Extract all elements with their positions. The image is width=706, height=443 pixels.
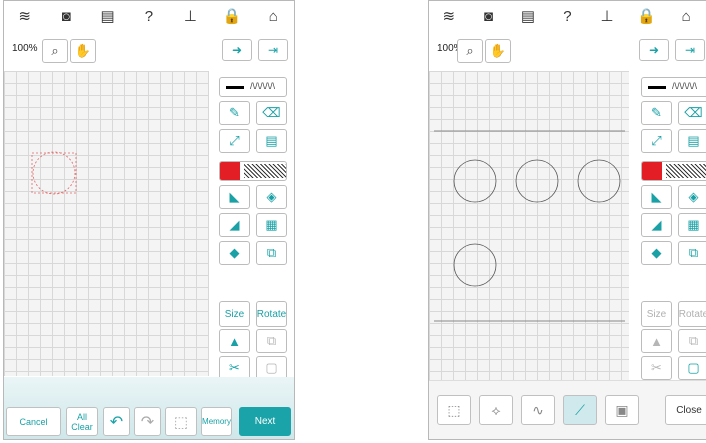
presser-foot-icon[interactable]: ⊥: [177, 5, 203, 27]
size-button[interactable]: Size: [219, 301, 250, 327]
circle-shape[interactable]: [577, 159, 621, 203]
cancel-button[interactable]: Cancel: [6, 407, 61, 436]
paint-bucket-icon[interactable]: ◈: [678, 185, 706, 209]
all-clear-button[interactable]: All Clear: [66, 407, 98, 436]
erase-shape-icon[interactable]: ◆: [641, 241, 672, 265]
rotate-button[interactable]: Rotate: [256, 301, 287, 327]
help-icon[interactable]: ?: [136, 5, 162, 27]
freehand-select-icon[interactable]: ⟡: [479, 395, 513, 425]
close-button[interactable]: Close: [665, 395, 706, 425]
selection-icon[interactable]: ⬚: [165, 407, 197, 436]
circle-shape[interactable]: [453, 159, 497, 203]
zigzag-line-icon: /\/\/\/\/\: [250, 81, 276, 91]
top-toolbar: ≋ ◙ ▤ ? ⊥ 🔒 ⌂: [429, 1, 706, 31]
line-type-selector[interactable]: /\/\/\/\/\: [641, 77, 706, 97]
solid-line-icon: [648, 86, 666, 89]
camera-icon[interactable]: ◙: [53, 5, 79, 27]
select-all-icon[interactable]: ▣: [605, 395, 639, 425]
select-area-icon[interactable]: ⧉: [256, 241, 287, 265]
drawing-canvas[interactable]: [4, 71, 209, 376]
help-icon[interactable]: ?: [554, 5, 580, 27]
fill-properties-icon[interactable]: ▦: [678, 213, 706, 237]
paint-bucket-icon[interactable]: ◈: [256, 185, 287, 209]
document-icon[interactable]: ▤: [95, 5, 121, 27]
lock-icon[interactable]: 🔒: [219, 5, 245, 27]
eraser-pen-icon[interactable]: ⌫: [256, 101, 287, 125]
home-icon[interactable]: ⌂: [260, 5, 286, 27]
memory-button[interactable]: Memory: [201, 407, 232, 436]
left-screen: ≋ ◙ ▤ ? ⊥ 🔒 ⌂ 100% ⌕ ✋ ➜ ⇥ /\/\/\/\/\ ✎ …: [3, 0, 295, 440]
line-properties-icon[interactable]: ▤: [256, 129, 287, 153]
rect-select-icon[interactable]: ⬚: [437, 395, 471, 425]
document-icon[interactable]: ▤: [515, 5, 541, 27]
fill-properties-icon[interactable]: ▦: [256, 213, 287, 237]
canvas-drawing: [434, 130, 625, 322]
export-icon[interactable]: ⇥: [258, 39, 288, 61]
red-swatch: [642, 162, 662, 180]
selection-tool-bar: ⬚ ⟡ ∿ ⟋ ▣ Close: [429, 380, 706, 439]
undo-icon[interactable]: ↶: [103, 407, 130, 436]
export-icon[interactable]: ⇥: [675, 39, 705, 61]
size-button[interactable]: Size: [641, 301, 672, 327]
circle-shape[interactable]: [515, 159, 559, 203]
rotate-button[interactable]: Rotate: [678, 301, 706, 327]
line-type-selector[interactable]: /\/\/\/\/\: [219, 77, 287, 97]
import-image-icon[interactable]: ➜: [222, 39, 252, 61]
fill-type-selector[interactable]: [219, 161, 287, 181]
hand-pan-icon[interactable]: ✋: [70, 39, 96, 63]
next-button[interactable]: Next: [239, 407, 291, 436]
solid-line-icon: [226, 86, 244, 89]
select-area-icon[interactable]: ⧉: [678, 241, 706, 265]
top-toolbar: ≋ ◙ ▤ ? ⊥ 🔒 ⌂: [4, 1, 294, 31]
canvas-drawing: [31, 151, 77, 195]
paint-brush-icon[interactable]: ◣: [219, 185, 250, 209]
lasso-select-icon[interactable]: ∿: [521, 395, 555, 425]
camera-icon[interactable]: ◙: [475, 5, 501, 27]
presser-foot-icon[interactable]: ⊥: [594, 5, 620, 27]
eraser-pen-icon[interactable]: ⌫: [678, 101, 706, 125]
all-clear-line2: Clear: [71, 421, 93, 432]
right-screen: ≋ ◙ ▤ ? ⊥ 🔒 ⌂ 100% ⌕ ✋ ➜ ⇥ /\/\/\/\/\ ✎ …: [428, 0, 706, 440]
flip-icon[interactable]: ▲: [641, 329, 672, 353]
zoom-magnifier-icon[interactable]: ⌕: [457, 39, 483, 63]
paste-icon[interactable]: ▢: [678, 356, 706, 380]
redo-icon[interactable]: ↷: [134, 407, 161, 436]
flip-icon[interactable]: ▲: [219, 329, 250, 353]
circle-shape[interactable]: [453, 243, 497, 287]
zoom-magnifier-icon[interactable]: ⌕: [42, 39, 68, 63]
duplicate-icon[interactable]: ⧉: [678, 329, 706, 353]
drawing-canvas[interactable]: [429, 71, 629, 381]
import-image-icon[interactable]: ➜: [639, 39, 669, 61]
stipple-pattern-icon: [666, 164, 706, 178]
all-clear-line1: All: [76, 411, 87, 422]
scissors-icon[interactable]: ✂: [641, 356, 672, 380]
fill-eyedropper-icon[interactable]: ◢: [219, 213, 250, 237]
eyedropper-icon[interactable]: ⤢: [641, 129, 672, 153]
fill-type-selector[interactable]: [641, 161, 706, 181]
magic-wand-icon[interactable]: ⟋: [563, 395, 597, 425]
hand-pan-icon[interactable]: ✋: [485, 39, 511, 63]
fill-eyedropper-icon[interactable]: ◢: [641, 213, 672, 237]
eyedropper-icon[interactable]: ⤢: [219, 129, 250, 153]
lock-icon[interactable]: 🔒: [634, 5, 660, 27]
pen-icon[interactable]: ✎: [641, 101, 672, 125]
zoom-level: 100%: [12, 43, 38, 54]
circle-shape[interactable]: [32, 151, 76, 195]
zoom-bar: 100% ⌕ ✋ ➜ ⇥: [4, 35, 294, 65]
red-swatch: [220, 162, 240, 180]
line-properties-icon[interactable]: ▤: [678, 129, 706, 153]
wifi-icon[interactable]: ≋: [12, 5, 38, 27]
wifi-icon[interactable]: ≋: [436, 5, 462, 27]
paint-brush-icon[interactable]: ◣: [641, 185, 672, 209]
zoom-bar: 100% ⌕ ✋ ➜ ⇥: [429, 35, 706, 65]
pen-icon[interactable]: ✎: [219, 101, 250, 125]
bottom-bar: Cancel All Clear ↶ ↷ ⬚ Memory Next: [4, 377, 294, 439]
zigzag-line-icon: /\/\/\/\/\: [672, 81, 698, 91]
erase-shape-icon[interactable]: ◆: [219, 241, 250, 265]
home-icon[interactable]: ⌂: [673, 5, 699, 27]
stipple-pattern-icon: [244, 164, 286, 178]
duplicate-icon[interactable]: ⧉: [256, 329, 287, 353]
